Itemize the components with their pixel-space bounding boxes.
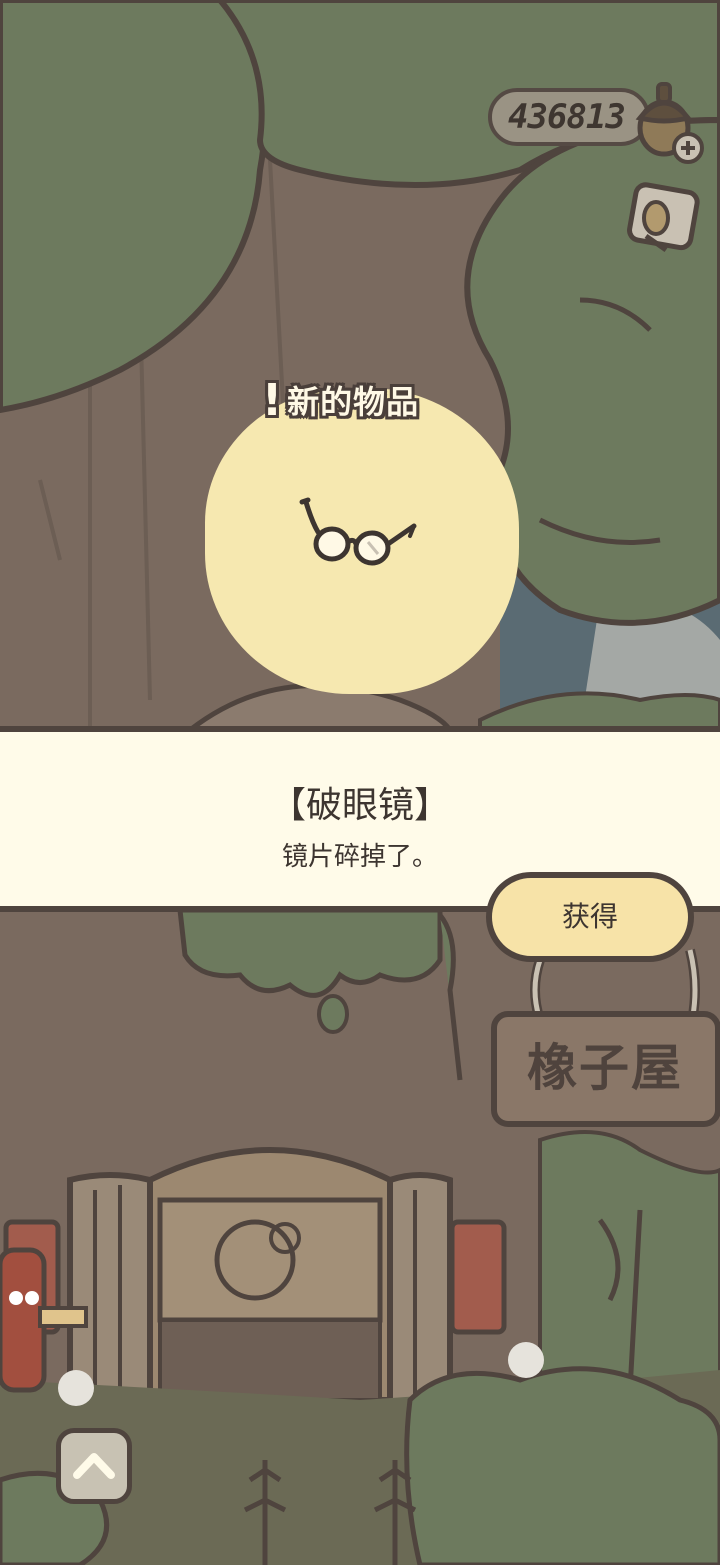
new-item-badge: ! — [262, 374, 284, 426]
item-name: 【破眼镜】 — [269, 785, 450, 826]
shop-sign: 橡子屋 — [527, 1038, 683, 1097]
obtain-button[interactable]: 获得 — [486, 872, 694, 962]
new-item-label: 新的物品 — [287, 383, 420, 421]
acorn-plus-icon[interactable] — [618, 78, 710, 166]
scroll-up-button[interactable] — [56, 1428, 132, 1504]
acorn-count: 436813 — [508, 97, 626, 137]
broken-glasses-icon — [299, 497, 417, 566]
item-description: 镜片碎掉了。 — [281, 842, 438, 872]
new-item-title: ! 新的物品 — [262, 372, 419, 428]
ticket-icon[interactable] — [620, 178, 704, 262]
chevron-up-icon — [73, 1453, 115, 1479]
